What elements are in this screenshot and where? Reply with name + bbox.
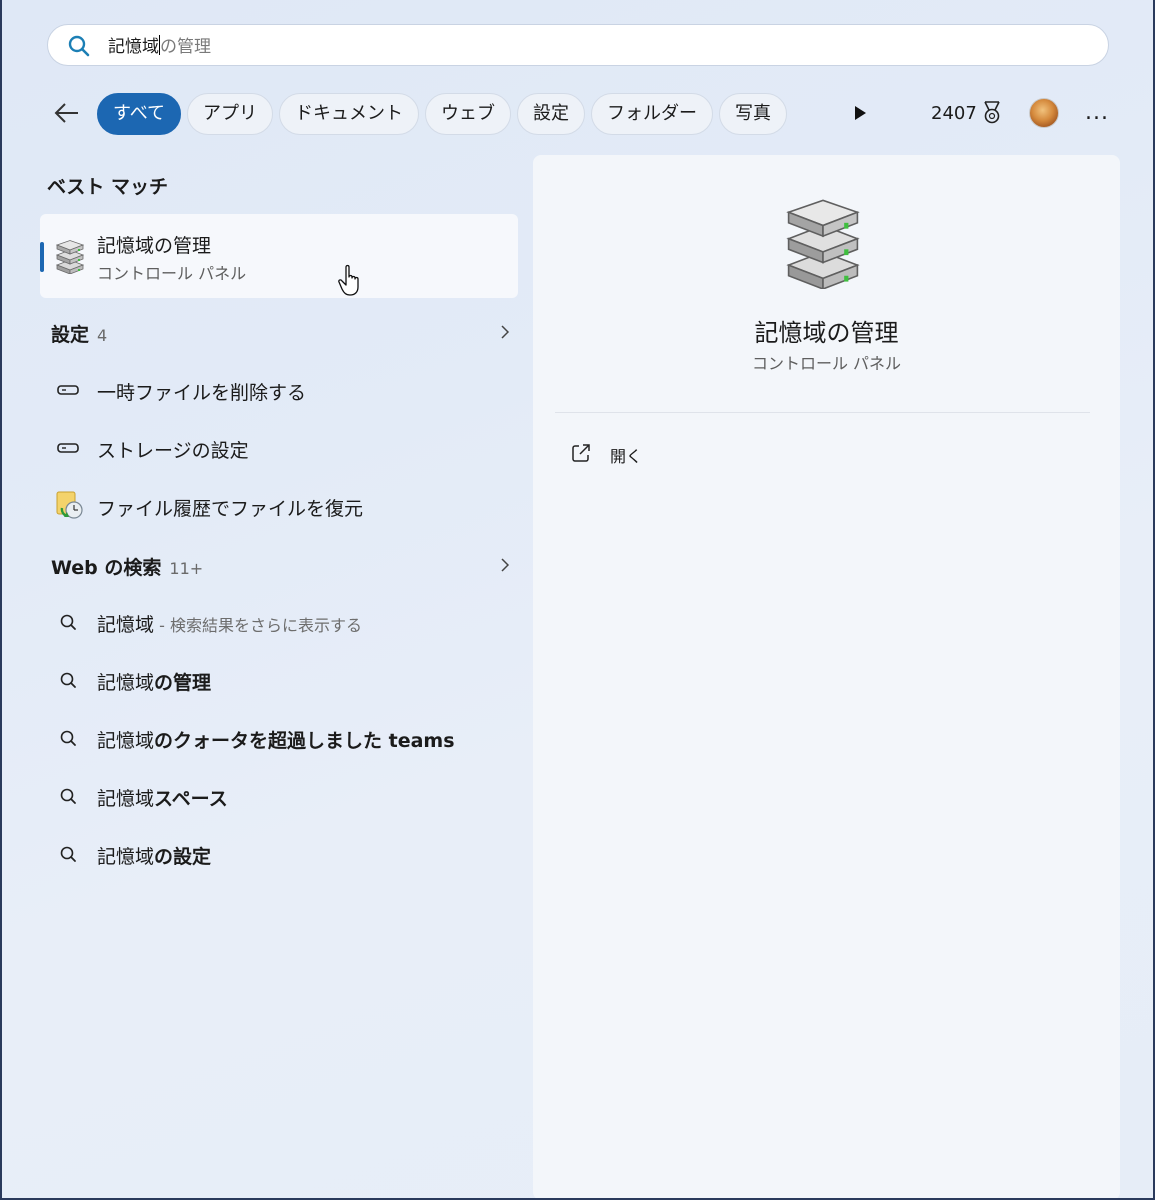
back-arrow-icon[interactable] xyxy=(52,98,82,128)
divider xyxy=(555,412,1090,413)
suggestion-prefix: 記憶域 xyxy=(97,730,155,752)
search-icon xyxy=(60,788,76,804)
suggestion-completion: の管理 xyxy=(154,672,212,694)
search-autocomplete-text: の管理 xyxy=(160,37,211,57)
best-match-subtitle: コントロール パネル xyxy=(97,264,247,283)
best-match-heading: ベスト マッチ xyxy=(47,176,168,198)
filter-chip-web[interactable]: ウェブ xyxy=(425,93,512,135)
search-input[interactable]: 記憶域の管理 xyxy=(108,35,211,58)
search-icon xyxy=(60,730,76,746)
filter-chip-documents[interactable]: ドキュメント xyxy=(279,93,420,135)
web-search-group-header[interactable]: Web の検索 11+ xyxy=(51,553,511,581)
web-search-group-count: 11+ xyxy=(169,559,204,578)
search-icon xyxy=(60,614,76,630)
open-action-label: 開く xyxy=(610,447,643,466)
open-external-icon xyxy=(572,444,590,462)
selection-indicator xyxy=(40,242,44,272)
suggestion-text: 記憶域の設定 xyxy=(97,842,211,869)
web-search-group-label: Web の検索 xyxy=(51,557,162,579)
suggestion-prefix: 記憶域 xyxy=(97,614,155,636)
result-label: 一時ファイルを削除する xyxy=(97,382,307,404)
search-box[interactable]: 記憶域の管理 xyxy=(47,24,1109,66)
best-match-title: 記憶域の管理 xyxy=(97,235,212,257)
suggestion-hint: - 検索結果をさらに表示する xyxy=(154,616,362,635)
result-preview-panel: 記憶域の管理 コントロール パネル 開く xyxy=(533,155,1120,1200)
storage-spaces-icon xyxy=(55,240,85,274)
rewards-points[interactable]: 2407 xyxy=(931,102,977,126)
user-avatar[interactable] xyxy=(1029,98,1059,128)
search-icon xyxy=(60,846,76,862)
storage-spaces-icon xyxy=(786,199,860,289)
mouse-hand-cursor-icon xyxy=(338,264,359,296)
preview-subtitle: コントロール パネル xyxy=(751,354,902,373)
settings-group-count: 4 xyxy=(97,326,108,345)
web-suggestion-item[interactable]: 記憶域 - 検索結果をさらに表示する xyxy=(51,602,511,642)
preview-title: 記憶域の管理 xyxy=(754,319,899,347)
chevron-right-icon xyxy=(501,325,510,339)
filter-chip-apps[interactable]: アプリ xyxy=(187,93,274,135)
suggestion-completion: スペース xyxy=(154,788,228,810)
web-suggestion-item[interactable]: 記憶域のクォータを超過しました teams xyxy=(51,718,511,758)
settings-result-item[interactable]: 一時ファイルを削除する xyxy=(51,370,511,410)
filter-chip-settings[interactable]: 設定 xyxy=(517,93,586,135)
storage-drive-icon xyxy=(57,443,79,453)
chevron-right-icon xyxy=(501,558,510,572)
suggestion-text: 記憶域のクォータを超過しました teams xyxy=(97,726,455,753)
more-options-button[interactable]: ... xyxy=(1085,100,1109,126)
best-match-result[interactable]: 記憶域の管理 コントロール パネル xyxy=(40,214,518,298)
web-suggestion-item[interactable]: 記憶域の設定 xyxy=(51,834,511,874)
suggestion-prefix: 記憶域 xyxy=(97,788,155,810)
result-label: ストレージの設定 xyxy=(97,440,249,462)
settings-result-item[interactable]: ストレージの設定 xyxy=(51,428,511,468)
settings-result-item[interactable]: ファイル履歴でファイルを復元 xyxy=(51,486,511,526)
settings-group-header[interactable]: 設定 4 xyxy=(51,320,511,348)
more-filters-play-icon[interactable] xyxy=(852,104,868,122)
rewards-medal-icon[interactable] xyxy=(980,100,1004,126)
filter-chip-photos[interactable]: 写真 xyxy=(719,93,788,135)
search-icon xyxy=(60,672,76,688)
suggestion-completion: の設定 xyxy=(154,846,212,868)
suggestion-completion: のクォータを超過しました teams xyxy=(154,730,455,752)
filter-chip-folders[interactable]: フォルダー xyxy=(591,93,714,135)
web-suggestion-item[interactable]: 記憶域の管理 xyxy=(51,660,511,700)
suggestion-text: 記憶域の管理 xyxy=(97,668,211,695)
filter-chips: すべて アプリ ドキュメント ウェブ 設定 フォルダー 写真 xyxy=(97,93,788,135)
suggestion-prefix: 記憶域 xyxy=(97,672,155,694)
result-label: ファイル履歴でファイルを復元 xyxy=(97,498,364,520)
web-suggestion-item[interactable]: 記憶域スペース xyxy=(51,776,511,816)
suggestion-prefix: 記憶域 xyxy=(97,846,155,868)
storage-drive-icon xyxy=(57,385,79,395)
settings-group-label: 設定 xyxy=(51,324,90,346)
suggestion-text: 記憶域 - 検索結果をさらに表示する xyxy=(97,610,362,637)
filter-chip-all[interactable]: すべて xyxy=(97,93,182,135)
suggestion-text: 記憶域スペース xyxy=(97,784,228,811)
search-typed-text: 記憶域 xyxy=(108,37,159,57)
file-history-icon xyxy=(56,491,83,519)
search-icon xyxy=(68,35,90,57)
